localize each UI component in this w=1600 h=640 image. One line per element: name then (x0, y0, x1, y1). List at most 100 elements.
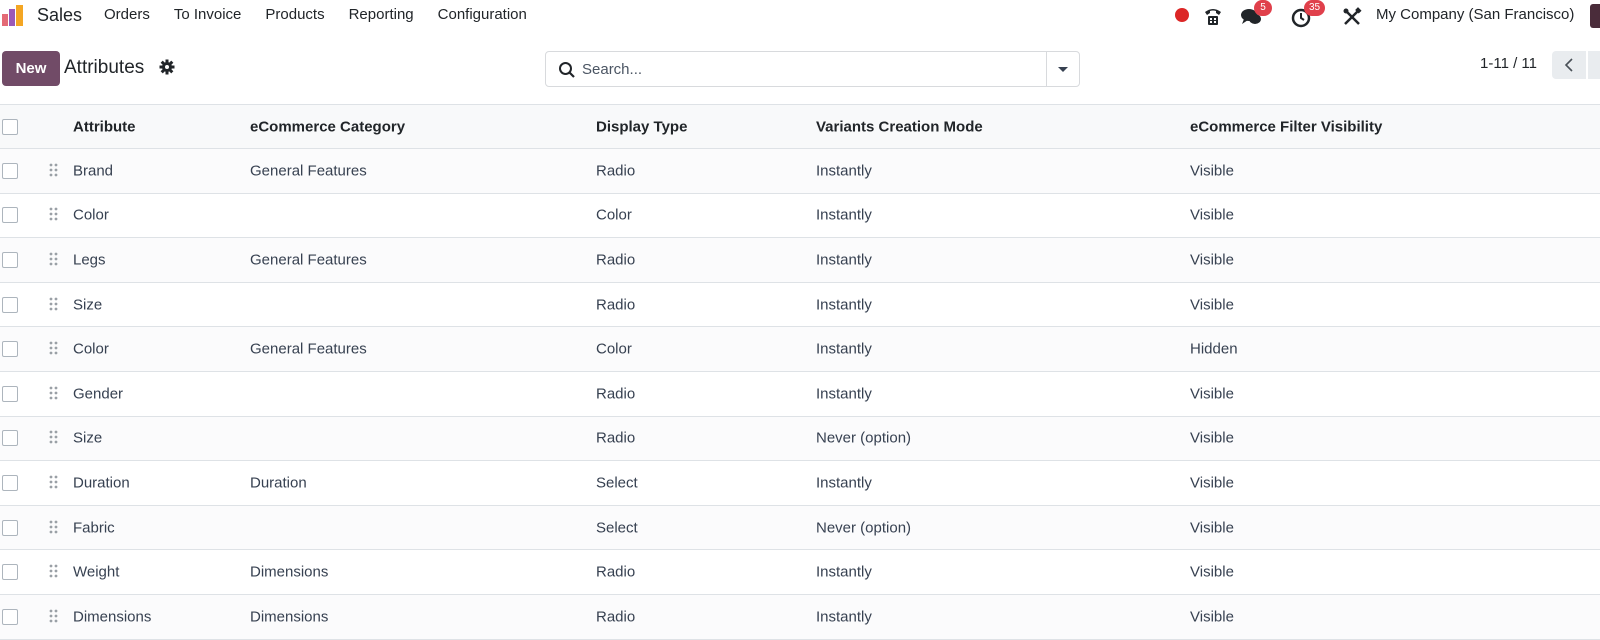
new-button[interactable]: New (2, 51, 60, 86)
drag-handle-icon[interactable] (49, 430, 59, 446)
row-checkbox[interactable] (2, 608, 18, 625)
company-switcher[interactable]: My Company (San Francisco) (1376, 6, 1574, 23)
cell-attribute: Gender (73, 385, 124, 403)
column-header-display-type[interactable]: Display Type (596, 118, 687, 135)
cell-attribute: Size (73, 296, 103, 314)
cell-variants-creation-mode: Instantly (816, 162, 872, 180)
menu-to-invoice[interactable]: To Invoice (174, 6, 242, 23)
cell-attribute: Color (73, 206, 109, 224)
cell-ecommerce-category: General Features (250, 251, 367, 269)
column-header-attribute[interactable]: Attribute (73, 118, 136, 135)
recording-indicator[interactable] (1175, 8, 1189, 22)
cell-attribute: Size (73, 429, 103, 447)
cell-ecommerce-category: General Features (250, 162, 367, 180)
row-checkbox[interactable] (2, 251, 18, 268)
drag-handle-icon[interactable] (49, 475, 59, 491)
drag-handle-icon[interactable] (49, 207, 59, 223)
table-row[interactable]: Color Color Instantly Visible (0, 193, 1600, 239)
cell-variants-creation-mode: Instantly (816, 608, 872, 626)
row-checkbox[interactable] (2, 474, 18, 491)
cell-display-type: Radio (596, 251, 636, 269)
drag-handle-icon[interactable] (49, 609, 59, 625)
cell-display-type: Select (596, 519, 638, 537)
menu-reporting[interactable]: Reporting (349, 6, 414, 23)
cell-display-type: Radio (596, 608, 636, 626)
drag-handle-icon[interactable] (49, 520, 59, 536)
cell-attribute: Weight (73, 563, 120, 581)
drag-handle-icon[interactable] (49, 252, 59, 268)
select-all-checkbox[interactable] (2, 118, 18, 135)
search-options-toggle[interactable] (1046, 52, 1079, 86)
page-title[interactable]: Attributes (64, 57, 144, 79)
main-menu: Orders To Invoice Products Reporting Con… (104, 6, 551, 23)
row-checkbox[interactable] (2, 430, 18, 447)
table-row[interactable]: Brand General Features Radio Instantly Visib… (0, 149, 1600, 194)
row-checkbox[interactable] (2, 296, 18, 313)
table-row[interactable]: Dimensions Dimensions Radio Instantly Visibl… (0, 594, 1600, 640)
top-navbar: Sales Orders To Invoice Products Reporti… (0, 0, 1600, 32)
row-checkbox[interactable] (2, 519, 18, 536)
search-input[interactable] (582, 58, 1032, 80)
gear-icon[interactable] (159, 59, 175, 75)
cell-variants-creation-mode: Instantly (816, 340, 872, 358)
table-row[interactable]: Duration Duration Select Instantly Visible (0, 461, 1600, 506)
table-header: Attribute eCommerce Category Display Typ… (0, 105, 1600, 149)
column-header-ecommerce-filter-visibility[interactable]: eCommerce Filter Visibility (1190, 118, 1382, 135)
drag-handle-icon[interactable] (49, 386, 59, 402)
menu-configuration[interactable]: Configuration (438, 6, 527, 23)
table-row[interactable]: Size Radio Never (option) Visible (0, 416, 1600, 462)
cell-variants-creation-mode: Instantly (816, 296, 872, 314)
cell-attribute: Color (73, 340, 109, 358)
cell-display-type: Radio (596, 429, 636, 447)
row-checkbox[interactable] (2, 207, 18, 224)
cell-attribute: Dimensions (73, 608, 152, 626)
pager-next-button[interactable] (1588, 51, 1600, 79)
cell-attribute: Duration (73, 474, 130, 492)
cell-filter-visibility: Visible (1190, 608, 1234, 626)
app-name[interactable]: Sales (37, 5, 82, 26)
caret-down-icon (1058, 66, 1068, 72)
drag-handle-icon[interactable] (49, 163, 59, 179)
table-row[interactable]: Color General Features Color Instantly Hidde… (0, 327, 1600, 372)
column-header-ecommerce-category[interactable]: eCommerce Category (250, 118, 405, 135)
row-checkbox[interactable] (2, 385, 18, 402)
cell-filter-visibility: Visible (1190, 385, 1234, 403)
cell-variants-creation-mode: Instantly (816, 563, 872, 581)
cell-filter-visibility: Visible (1190, 563, 1234, 581)
tools-icon[interactable] (1341, 6, 1363, 28)
table-row[interactable]: Legs General Features Radio Instantly Visibl… (0, 238, 1600, 283)
table-row[interactable]: Weight Dimensions Radio Instantly Visible (0, 550, 1600, 595)
attributes-list: Attribute eCommerce Category Display Typ… (0, 104, 1600, 640)
menu-orders[interactable]: Orders (104, 6, 150, 23)
menu-products[interactable]: Products (265, 6, 324, 23)
pager-value[interactable]: 1-11 / 11 (1480, 55, 1537, 72)
cell-display-type: Color (596, 206, 632, 224)
table-row[interactable]: Fabric Select Never (option) Visible (0, 505, 1600, 551)
table-row[interactable]: Gender Radio Instantly Visible (0, 371, 1600, 417)
row-checkbox[interactable] (2, 341, 18, 358)
cell-variants-creation-mode: Instantly (816, 385, 872, 403)
search-bar (545, 51, 1080, 87)
row-checkbox[interactable] (2, 162, 18, 179)
row-checkbox[interactable] (2, 564, 18, 581)
drag-handle-icon[interactable] (49, 564, 59, 580)
messages-badge: 5 (1254, 0, 1272, 16)
drag-handle-icon[interactable] (49, 297, 59, 313)
avatar[interactable] (1590, 4, 1600, 28)
activities-badge: 35 (1304, 0, 1326, 16)
cell-display-type: Radio (596, 296, 636, 314)
drag-handle-icon[interactable] (49, 341, 59, 357)
search-icon (559, 62, 575, 78)
cell-attribute: Fabric (73, 519, 115, 537)
cell-filter-visibility: Visible (1190, 206, 1234, 224)
cell-filter-visibility: Hidden (1190, 340, 1238, 358)
cell-filter-visibility: Visible (1190, 162, 1234, 180)
cell-display-type: Radio (596, 563, 636, 581)
phone-icon[interactable] (1202, 6, 1224, 28)
cell-ecommerce-category: Dimensions (250, 608, 329, 626)
app-logo-icon[interactable] (0, 4, 28, 28)
cell-filter-visibility: Visible (1190, 474, 1234, 492)
pager-previous-button[interactable] (1552, 51, 1586, 79)
table-row[interactable]: Size Radio Instantly Visible (0, 282, 1600, 328)
column-header-variants-creation-mode[interactable]: Variants Creation Mode (816, 118, 983, 135)
